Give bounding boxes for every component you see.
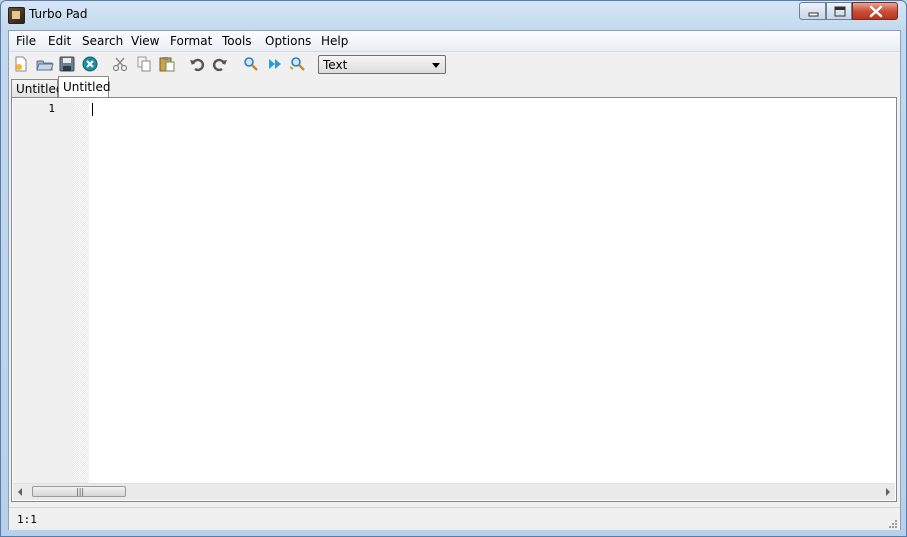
horizontal-scrollbar[interactable]: ||| bbox=[13, 483, 895, 500]
menu-help[interactable]: Help bbox=[321, 34, 348, 48]
close-icon bbox=[869, 5, 883, 18]
maximize-button[interactable] bbox=[826, 2, 852, 20]
cursor-position: 1:1 bbox=[17, 513, 37, 526]
cut-icon[interactable] bbox=[112, 56, 128, 72]
minimize-button[interactable] bbox=[799, 2, 826, 20]
status-bar: 1:1 bbox=[9, 507, 900, 530]
syntax-mode-dropdown[interactable]: Text bbox=[318, 55, 446, 74]
copy-icon[interactable] bbox=[136, 56, 152, 72]
find-icon[interactable] bbox=[243, 56, 259, 72]
tab-label: Untitled bbox=[16, 82, 64, 96]
minimize-icon bbox=[808, 12, 819, 17]
line-number: 1 bbox=[48, 102, 55, 115]
replace-icon[interactable] bbox=[289, 56, 305, 72]
app-window: Turbo Pad File Edit Search View Format T… bbox=[0, 0, 907, 537]
resize-grip-icon[interactable] bbox=[887, 518, 897, 528]
syntax-mode-value: Text bbox=[323, 58, 348, 72]
undo-icon[interactable] bbox=[189, 56, 205, 72]
tab-untitled-2[interactable]: Untitled bbox=[58, 76, 111, 98]
menu-tools[interactable]: Tools bbox=[222, 34, 252, 48]
menu-view[interactable]: View bbox=[131, 34, 159, 48]
menu-options[interactable]: Options bbox=[265, 34, 311, 48]
client-area: File Edit Search View Format Tools Optio… bbox=[8, 30, 901, 530]
editor[interactable]: 1 ||| bbox=[11, 97, 897, 502]
close-button[interactable] bbox=[852, 2, 898, 20]
redo-icon[interactable] bbox=[212, 56, 228, 72]
tab-untitled-1[interactable]: Untitled bbox=[11, 79, 63, 97]
maximize-icon bbox=[834, 6, 846, 17]
new-file-icon[interactable] bbox=[13, 56, 29, 72]
tab-label: Untitled bbox=[63, 80, 111, 94]
document-tabs: Untitled Untitled bbox=[9, 76, 900, 98]
scroll-right-icon[interactable] bbox=[886, 488, 890, 496]
save-icon[interactable] bbox=[59, 56, 75, 72]
find-next-icon[interactable] bbox=[267, 56, 283, 72]
window-title: Turbo Pad bbox=[29, 7, 88, 21]
title-bar[interactable]: Turbo Pad bbox=[1, 1, 906, 29]
grip-icon: ||| bbox=[76, 487, 85, 496]
toolbar: Text bbox=[9, 52, 900, 78]
line-number-gutter: 1 bbox=[13, 99, 73, 485]
scroll-left-icon[interactable] bbox=[18, 488, 22, 496]
fold-margin[interactable] bbox=[73, 99, 89, 485]
menu-format[interactable]: Format bbox=[170, 34, 212, 48]
open-file-icon[interactable] bbox=[36, 56, 54, 72]
menu-bar: File Edit Search View Format Tools Optio… bbox=[9, 31, 900, 52]
paste-icon[interactable] bbox=[159, 56, 175, 72]
menu-edit[interactable]: Edit bbox=[48, 34, 71, 48]
close-file-icon[interactable] bbox=[82, 56, 98, 72]
menu-search[interactable]: Search bbox=[82, 34, 123, 48]
chevron-down-icon bbox=[432, 63, 440, 68]
menu-file[interactable]: File bbox=[16, 34, 36, 48]
scrollbar-thumb[interactable]: ||| bbox=[32, 486, 126, 497]
app-icon[interactable] bbox=[8, 7, 25, 24]
text-caret bbox=[92, 103, 93, 116]
